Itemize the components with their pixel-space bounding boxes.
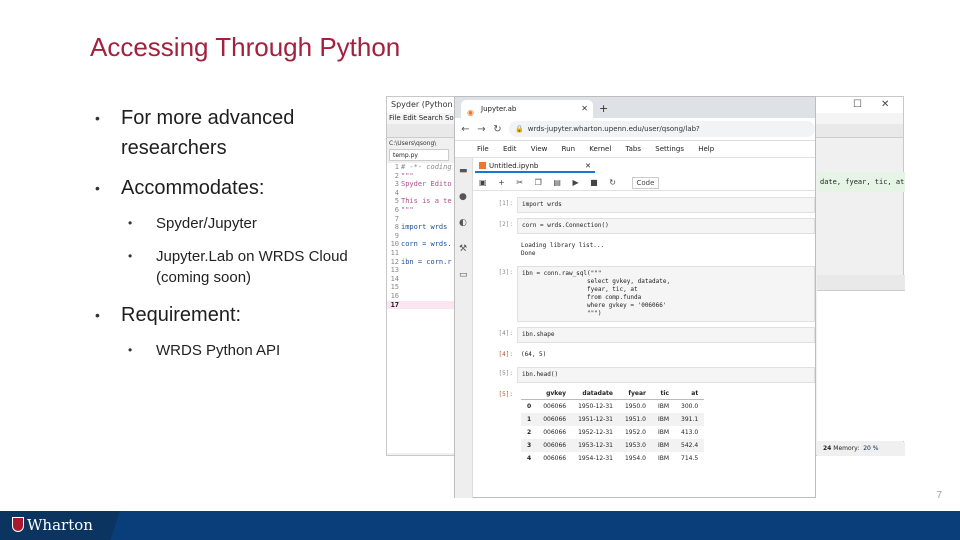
- notebook-tab-title: Untitled.ipynb: [489, 162, 539, 170]
- notebook-toolbar: ▣ + ✂ ❐ ▤ ▶ ■ ↻ Code: [473, 175, 815, 191]
- browser-tab[interactable]: ◉ Jupyter.ab ✕: [461, 100, 593, 118]
- running-icon[interactable]: ●: [459, 192, 467, 202]
- cell-input[interactable]: ibn = conn.raw_sql(""" select gvkey, dat…: [517, 266, 815, 322]
- spyder-highlight-strip: date, fyear, tic, at: [817, 172, 905, 192]
- add-cell-icon[interactable]: +: [498, 178, 505, 187]
- cell-prompt: [3]:: [498, 269, 513, 276]
- footer-bar: Wharton: [0, 511, 960, 540]
- cell-output: (64, 5): [521, 351, 547, 358]
- status-line-count: 24: [823, 445, 832, 452]
- sub-bullet-spyder: Spyder/Jupyter: [95, 213, 385, 234]
- notebook-cell[interactable]: [3]: ibn = conn.raw_sql(""" select gvkey…: [473, 266, 815, 322]
- notebook-cells: [1]: import wrds [2]: corn = wrds.Connec…: [473, 197, 815, 470]
- menu-help[interactable]: Help: [698, 145, 714, 153]
- maximize-icon[interactable]: ☐: [853, 97, 862, 113]
- table-row: 4 006066 1954-12-31 1954.0 IBM 714.5: [527, 455, 699, 462]
- new-tab-icon[interactable]: +: [599, 100, 608, 118]
- menu-edit[interactable]: Edit: [503, 145, 517, 153]
- memory-label: Memory:: [833, 445, 860, 452]
- screenshot-composite: Spyder (Python 3 ☐ ✕ File Edit Search So…: [386, 96, 905, 498]
- cell-input[interactable]: ibn.shape: [517, 327, 815, 343]
- spyder-statusbar: 24 Memory: 20 %: [817, 442, 905, 456]
- table-row: 1 006066 1951-12-31 1951.0 IBM 391.1: [521, 413, 705, 426]
- cell-prompt: [4]:: [498, 351, 513, 358]
- restart-icon[interactable]: ↻: [609, 178, 616, 187]
- menu-kernel[interactable]: Kernel: [589, 145, 611, 153]
- menu-run[interactable]: Run: [562, 145, 575, 153]
- notebook-cell[interactable]: [5]: ibn.head(): [473, 367, 815, 383]
- notebook-output: Loading library list... Done: [473, 239, 815, 261]
- reload-icon[interactable]: ↻: [493, 124, 502, 135]
- address-url: wrds-jupyter.wharton.upenn.edu/user/qson…: [527, 125, 700, 133]
- cell-prompt: [5]:: [498, 391, 513, 398]
- menu-settings[interactable]: Settings: [655, 145, 684, 153]
- jupyter-browser-window: ◉ Jupyter.ab ✕ + ← → ↻ 🔒 wrds-jupyter.wha…: [454, 96, 816, 498]
- spyder-right-pane: [817, 291, 905, 441]
- cell-prompt: [2]:: [498, 221, 513, 228]
- dataframe-table: gvkey datadate fyear tic at 0 006066 195…: [521, 388, 705, 465]
- close-icon[interactable]: ✕: [881, 97, 889, 113]
- wharton-logo: Wharton: [27, 516, 93, 534]
- table-row: 3 006066 1953-12-31 1953.0 IBM 542.4: [521, 439, 705, 452]
- cell-input[interactable]: import wrds: [517, 197, 815, 213]
- notebook-icon: [479, 162, 486, 169]
- notebook-cell[interactable]: [1]: import wrds: [473, 197, 815, 213]
- notebook-tab[interactable]: Untitled.ipynb ✕: [475, 159, 595, 173]
- spyder-pane-toolbar: [817, 275, 905, 291]
- cell-prompt: [5]:: [498, 370, 513, 377]
- bullet-accommodates: Accommodates:: [95, 173, 385, 203]
- forward-icon[interactable]: →: [477, 124, 486, 135]
- copy-icon[interactable]: ❐: [535, 178, 542, 187]
- cell-type-select[interactable]: Code: [631, 177, 660, 189]
- folder-icon[interactable]: ▬: [459, 166, 468, 176]
- jupyter-menubar: File Edit View Run Kernel Tabs Settings …: [455, 141, 815, 158]
- save-icon[interactable]: ▣: [479, 178, 487, 187]
- tabs-icon[interactable]: ▭: [459, 270, 468, 280]
- notebook-cell[interactable]: [4]: ibn.shape: [473, 327, 815, 343]
- lock-icon: 🔒: [515, 125, 524, 133]
- cell-input[interactable]: ibn.head(): [517, 367, 815, 383]
- paste-icon[interactable]: ▤: [553, 178, 561, 187]
- browser-toolbar: ← → ↻ 🔒 wrds-jupyter.wharton.upenn.edu/us…: [455, 118, 815, 141]
- table-row: 0 006066 1950-12-31 1950.0 IBM 300.0: [527, 403, 699, 410]
- stop-icon[interactable]: ■: [590, 178, 598, 187]
- bullet-advanced: For more advanced researchers: [95, 103, 385, 163]
- table-row: 2 006066 1952-12-31 1952.0 IBM 413.0: [527, 429, 699, 436]
- jupyter-left-sidebar: ▬ ● ◐ ⚒ ▭: [455, 158, 473, 498]
- commands-icon[interactable]: ◐: [459, 218, 467, 228]
- spyder-editor-tab[interactable]: temp.py: [389, 149, 449, 161]
- bullet-requirement: Requirement:: [95, 300, 385, 330]
- close-tab-icon[interactable]: ✕: [581, 100, 588, 118]
- notebook-output: [4]: (64, 5): [473, 348, 815, 362]
- memory-value: 20 %: [861, 445, 881, 452]
- slide-title: Accessing Through Python: [90, 32, 401, 62]
- cut-icon[interactable]: ✂: [516, 178, 523, 187]
- penn-shield-icon: [12, 517, 24, 532]
- cell-output: Loading library list... Done: [521, 242, 605, 257]
- menu-tabs[interactable]: Tabs: [626, 145, 642, 153]
- browser-tabstrip: ◉ Jupyter.ab ✕ +: [455, 97, 815, 118]
- back-icon[interactable]: ←: [461, 124, 470, 135]
- cell-prompt: [1]:: [498, 200, 513, 207]
- sub-bullet-wrds-api: WRDS Python API: [95, 340, 385, 361]
- table-header-row: gvkey datadate fyear tic at: [521, 388, 705, 400]
- sub-bullet-jupyterlab: Jupyter.Lab on WRDS Cloud (coming soon): [95, 246, 385, 288]
- footer-logo-panel: Wharton: [0, 511, 120, 540]
- spyder-title: Spyder (Python 3: [391, 100, 461, 109]
- cell-input[interactable]: corn = wrds.Connection(): [517, 218, 815, 234]
- wrench-icon[interactable]: ⚒: [459, 244, 467, 254]
- menu-view[interactable]: View: [531, 145, 548, 153]
- jupyter-icon: ◉: [467, 108, 474, 117]
- page-number: 7: [936, 490, 942, 501]
- bullet-list: For more advanced researchers Accommodat…: [95, 103, 385, 373]
- notebook-cell[interactable]: [2]: corn = wrds.Connection(): [473, 218, 815, 234]
- browser-tab-title: Jupyter.ab: [481, 105, 517, 113]
- close-notebook-icon[interactable]: ✕: [585, 159, 591, 173]
- cell-prompt: [4]:: [498, 330, 513, 337]
- address-bar[interactable]: 🔒 wrds-jupyter.wharton.upenn.edu/user/qso…: [509, 121, 815, 137]
- menu-file[interactable]: File: [477, 145, 489, 153]
- notebook-output-table: [5]: gvkey datadate fyear tic at 0 00606…: [473, 388, 815, 465]
- run-icon[interactable]: ▶: [572, 178, 578, 187]
